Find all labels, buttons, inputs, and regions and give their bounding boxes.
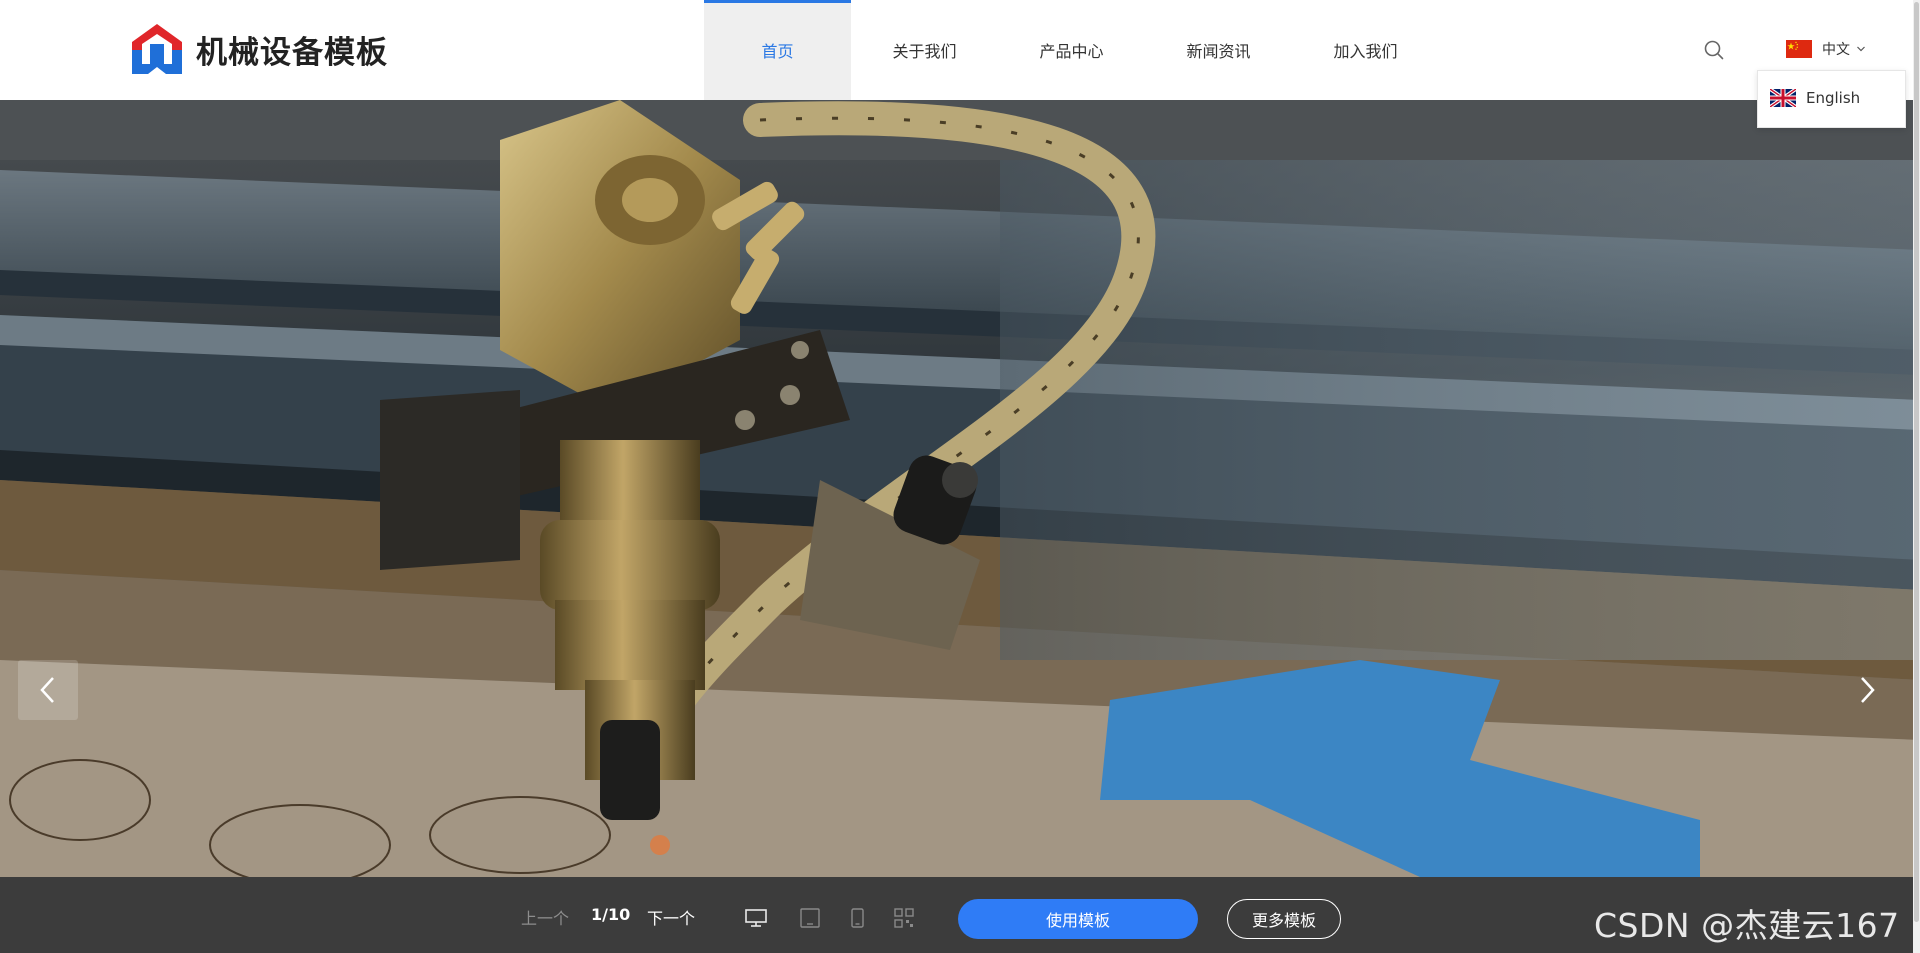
china-flag-icon — [1786, 40, 1812, 58]
hero-image — [0, 100, 1920, 877]
slide-next-button[interactable] — [1837, 660, 1897, 720]
site-logo[interactable]: 机械设备模板 — [128, 20, 388, 78]
language-dropdown: English — [1757, 70, 1906, 128]
language-switcher[interactable]: 中文 — [1786, 38, 1866, 60]
scrollbar-thumb[interactable] — [1914, 2, 1919, 922]
tablet-icon[interactable] — [799, 908, 821, 928]
qrcode-icon[interactable] — [893, 908, 915, 928]
language-option-english[interactable]: English — [1770, 89, 1860, 107]
mobile-icon[interactable] — [846, 908, 868, 928]
chevron-right-icon — [1861, 677, 1875, 703]
hero-banner — [0, 100, 1920, 877]
nav-item-products[interactable]: 产品中心 — [998, 0, 1145, 100]
logo-text: 机械设备模板 — [196, 34, 388, 71]
more-templates-button[interactable]: 更多模板 — [1227, 899, 1341, 939]
use-template-button[interactable]: 使用模板 — [958, 899, 1198, 939]
slide-prev-button[interactable] — [18, 660, 78, 720]
site-header: 机械设备模板 首页 关于我们 产品中心 新闻资讯 加入我们 中文 — [0, 0, 1920, 100]
search-icon[interactable] — [1703, 39, 1725, 61]
main-nav: 首页 关于我们 产品中心 新闻资讯 加入我们 — [704, 0, 1439, 100]
uk-flag-icon — [1770, 89, 1796, 107]
previous-template-link[interactable]: 上一个 — [521, 905, 569, 929]
nav-item-join[interactable]: 加入我们 — [1292, 0, 1439, 100]
language-current-label: 中文 — [1822, 42, 1850, 58]
nav-item-home[interactable]: 首页 — [704, 0, 851, 100]
nav-item-about[interactable]: 关于我们 — [851, 0, 998, 100]
page-indicator: 1/10 — [591, 905, 631, 924]
chevron-left-icon — [40, 677, 54, 703]
next-template-link[interactable]: 下一个 — [647, 905, 695, 929]
logo-mark-icon — [132, 24, 182, 74]
template-preview-toolbar: 上一个 1/10 下一个 使用模板 更多模板 CSDN @杰建云167 — [0, 877, 1920, 953]
desktop-icon[interactable] — [745, 908, 767, 928]
nav-item-news[interactable]: 新闻资讯 — [1145, 0, 1292, 100]
language-option-label: English — [1806, 89, 1861, 107]
chevron-down-icon — [1857, 46, 1865, 52]
csdn-watermark: CSDN @杰建云167 — [1594, 906, 1900, 945]
